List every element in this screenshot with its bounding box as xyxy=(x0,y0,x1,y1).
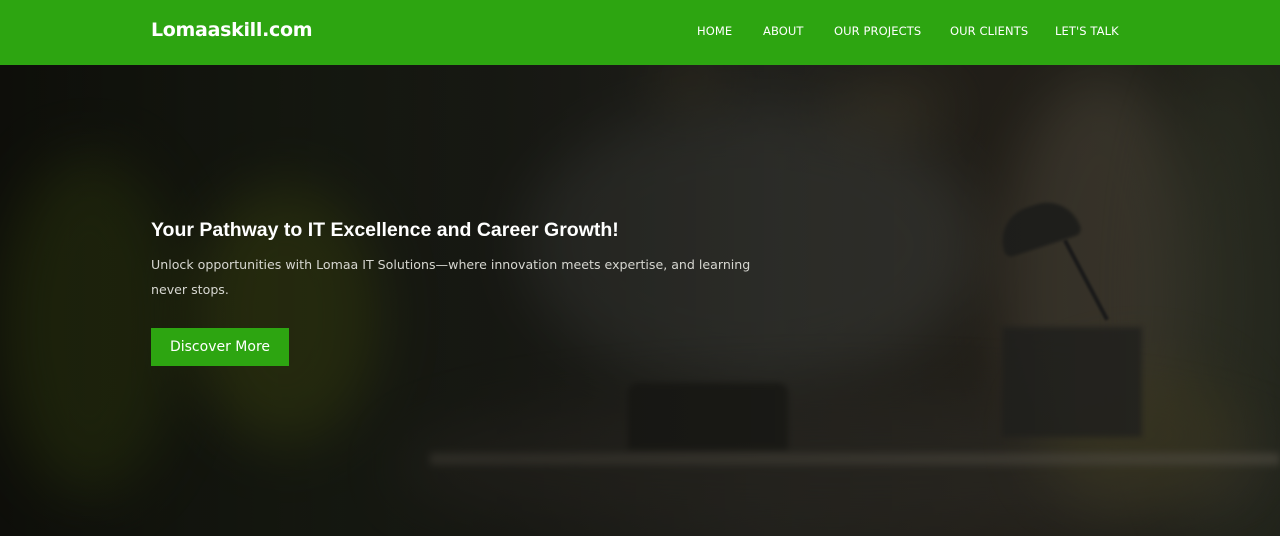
nav-home[interactable]: HOME xyxy=(697,24,732,38)
site-header: Lomaaskill.com HOME ABOUT OUR PROJECTS O… xyxy=(0,0,1280,65)
hero-subtext: Unlock opportunities with Lomaa IT Solut… xyxy=(151,257,751,297)
nav-our-clients[interactable]: OUR CLIENTS xyxy=(950,24,1028,38)
nav-our-projects[interactable]: OUR PROJECTS xyxy=(834,24,921,38)
hero-headline: Your Pathway to IT Excellence and Career… xyxy=(151,219,619,241)
nav-about[interactable]: ABOUT xyxy=(763,24,804,38)
main-nav: HOME ABOUT OUR PROJECTS OUR CLIENTS LET'… xyxy=(0,24,1280,40)
nav-lets-talk[interactable]: LET'S TALK xyxy=(1055,24,1119,38)
discover-more-button[interactable]: Discover More xyxy=(151,328,289,366)
